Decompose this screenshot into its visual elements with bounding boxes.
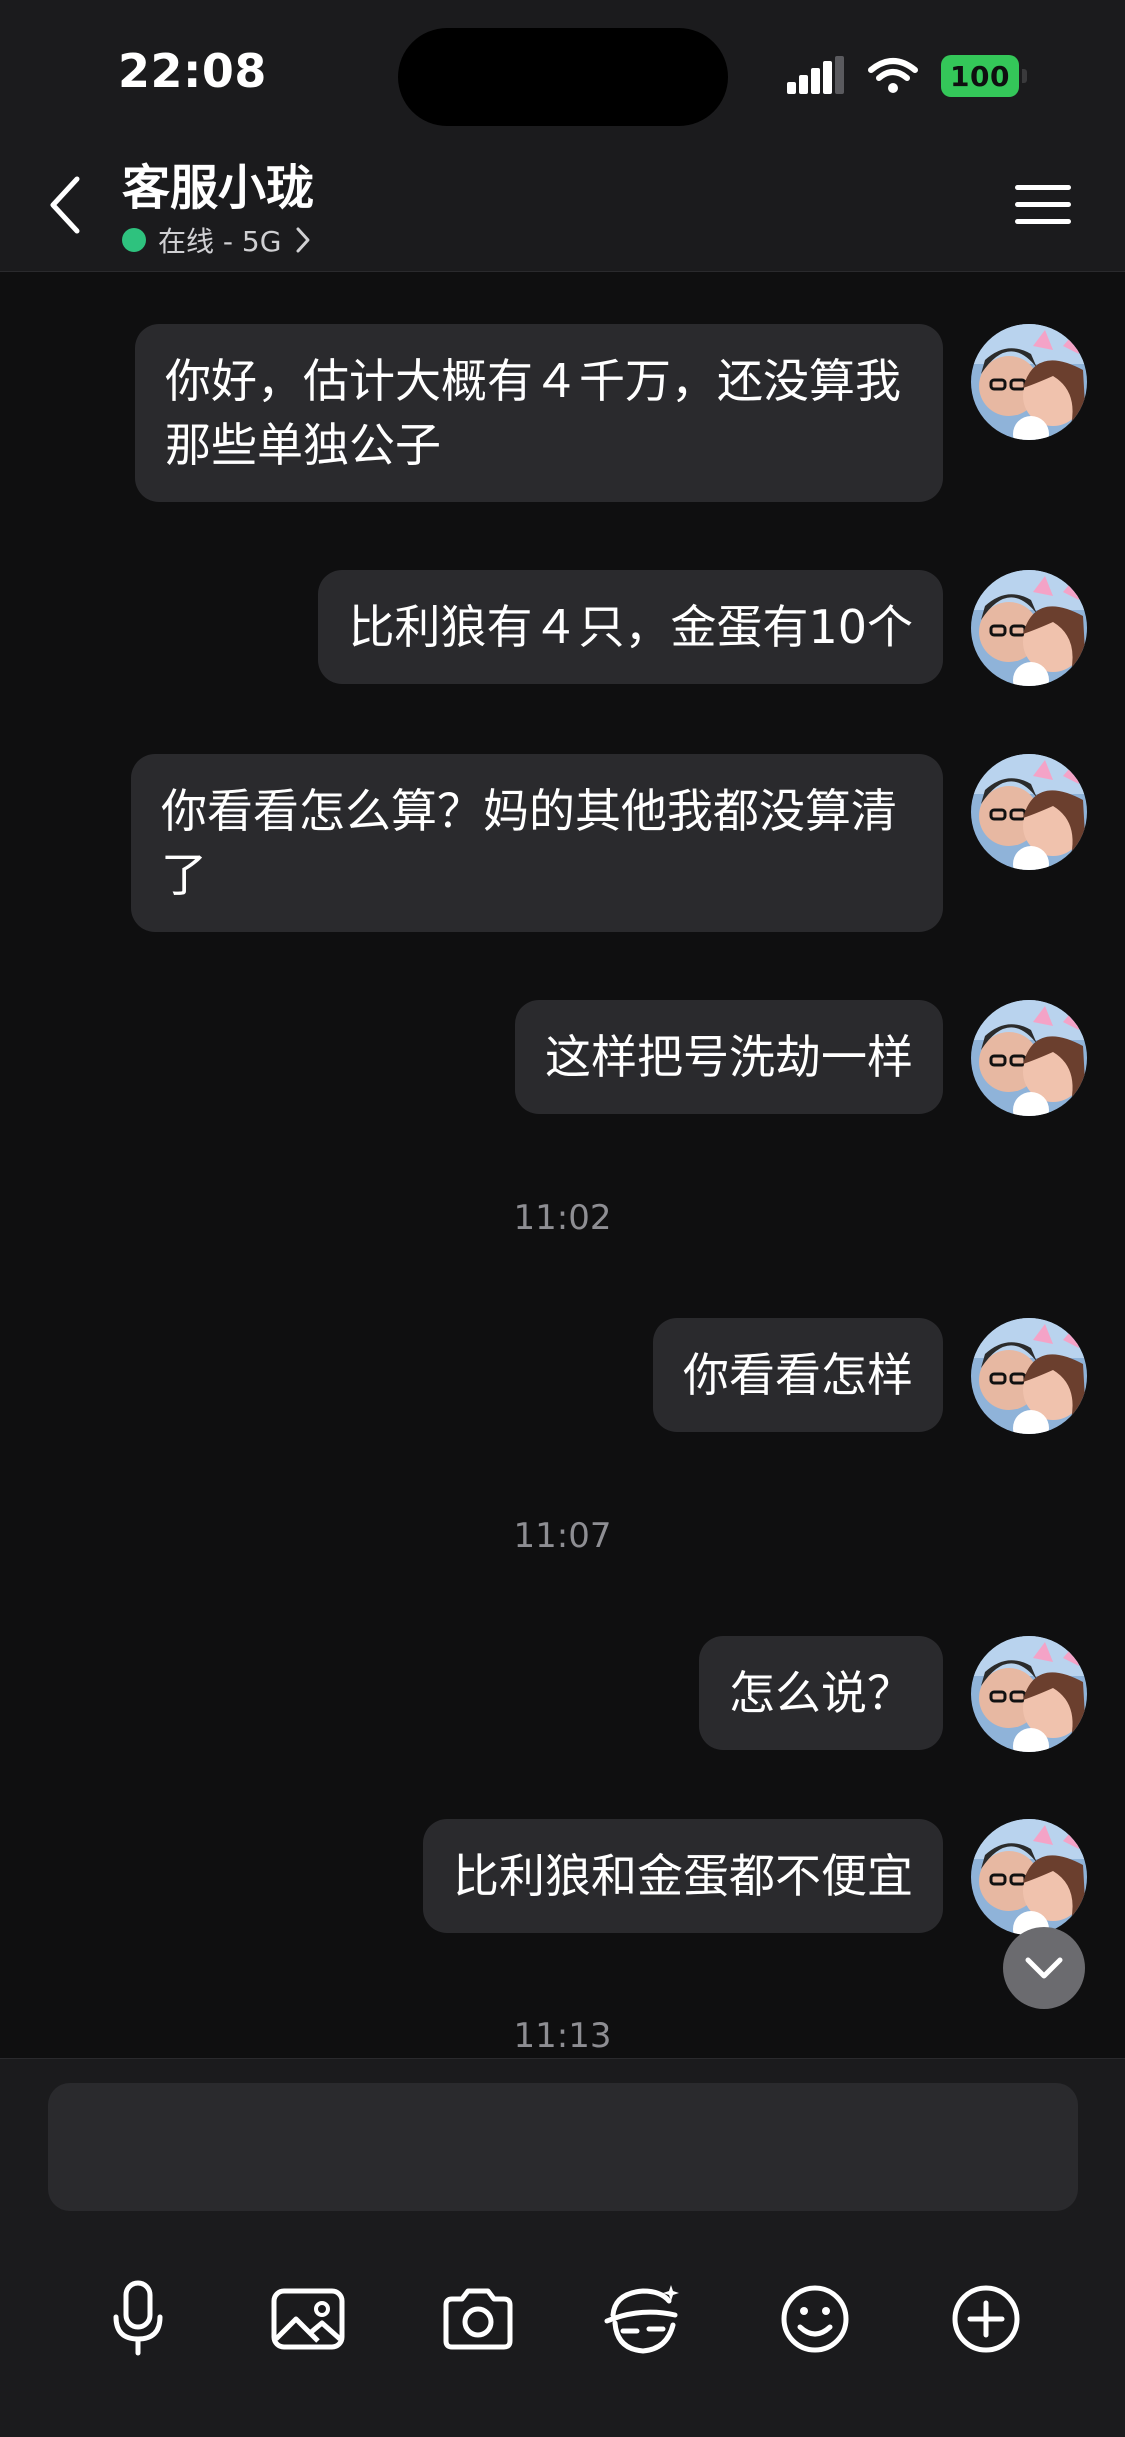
back-button[interactable] xyxy=(30,170,100,240)
message-row: 你好，估计大概有４千万，还没算我那些单独公子 xyxy=(135,324,1087,502)
user-avatar[interactable] xyxy=(971,1819,1087,1935)
status-indicators: 100 xyxy=(787,52,1027,100)
user-avatar[interactable] xyxy=(971,1636,1087,1752)
message-bubble[interactable]: 怎么说？ xyxy=(699,1636,943,1750)
wifi-icon xyxy=(868,58,918,93)
photo-button[interactable] xyxy=(258,2269,358,2369)
user-avatar[interactable] xyxy=(971,1318,1087,1434)
camera-icon xyxy=(443,2288,513,2350)
message-row: 你看看怎样 xyxy=(653,1318,1087,1434)
top-bar: 22:08 100 客服小珑 在线 - 5G xyxy=(0,0,1125,272)
voice-button[interactable] xyxy=(88,2269,188,2369)
message-bubble[interactable]: 比利狼有４只，金蛋有10个 xyxy=(318,570,943,684)
chevron-left-icon xyxy=(50,176,80,234)
microphone-icon xyxy=(113,2280,163,2356)
camera-button[interactable] xyxy=(428,2269,528,2369)
message-text: 比利狼有４只，金蛋有10个 xyxy=(348,600,913,654)
message-bubble[interactable]: 这样把号洗劫一样 xyxy=(515,1000,943,1114)
battery-level: 100 xyxy=(941,55,1019,97)
message-timestamp: 11:13 xyxy=(513,2016,612,2056)
message-input[interactable] xyxy=(48,2083,1078,2211)
emoji-icon xyxy=(781,2285,849,2353)
sticker-button[interactable] xyxy=(593,2269,693,2369)
message-row: 你看看怎么算？妈的其他我都没算清了 xyxy=(131,754,1087,932)
message-text: 你看看怎么算？妈的其他我都没算清了 xyxy=(161,784,897,902)
online-status-dot xyxy=(122,228,146,252)
chat-title: 客服小珑 xyxy=(122,160,315,216)
message-row: 怎么说？ xyxy=(699,1636,1087,1752)
composer-toolbar xyxy=(0,2269,1125,2369)
presence-status[interactable]: 在线 - 5G xyxy=(122,220,314,260)
user-avatar[interactable] xyxy=(971,754,1087,870)
message-bubble[interactable]: 比利狼和金蛋都不便宜 xyxy=(423,1819,943,1933)
message-text: 这样把号洗劫一样 xyxy=(545,1030,913,1084)
cellular-signal-icon xyxy=(787,56,844,94)
message-row: 这样把号洗劫一样 xyxy=(515,1000,1087,1116)
dynamic-island xyxy=(398,28,728,126)
hamburger-menu-icon xyxy=(1015,185,1071,224)
chat-message-list[interactable]: 你好，估计大概有４千万，还没算我那些单独公子 比利狼有４只，金蛋有10个 你看看… xyxy=(0,272,1125,2057)
scroll-to-bottom-button[interactable] xyxy=(1003,1927,1085,2009)
menu-button[interactable] xyxy=(1003,170,1083,240)
sticker-face-icon xyxy=(604,2285,679,2354)
message-row: 比利狼有４只，金蛋有10个 xyxy=(318,570,1087,686)
message-row: 比利狼和金蛋都不便宜 xyxy=(423,1819,1087,1935)
message-text: 比利狼和金蛋都不便宜 xyxy=(453,1849,913,1903)
message-text: 你好，估计大概有４千万，还没算我那些单独公子 xyxy=(165,354,901,472)
user-avatar[interactable] xyxy=(971,324,1087,440)
message-bubble[interactable]: 你好，估计大概有４千万，还没算我那些单独公子 xyxy=(135,324,943,502)
message-timestamp: 11:02 xyxy=(513,1198,612,1238)
composer xyxy=(0,2058,1125,2437)
emoji-button[interactable] xyxy=(765,2269,865,2369)
more-button[interactable] xyxy=(936,2269,1036,2369)
status-time: 22:08 xyxy=(118,44,267,98)
user-avatar[interactable] xyxy=(971,1000,1087,1116)
battery-tip xyxy=(1022,69,1027,83)
chevron-down-icon xyxy=(1025,1957,1063,1979)
chevron-right-icon xyxy=(296,227,310,253)
image-icon xyxy=(271,2288,345,2350)
message-text: 你看看怎样 xyxy=(683,1348,913,1402)
message-text: 怎么说？ xyxy=(729,1666,913,1720)
message-timestamp: 11:07 xyxy=(513,1516,612,1556)
plus-circle-icon xyxy=(952,2285,1020,2353)
chat-header[interactable]: 客服小珑 在线 - 5G xyxy=(122,158,314,260)
message-bubble[interactable]: 你看看怎么算？妈的其他我都没算清了 xyxy=(131,754,943,932)
message-bubble[interactable]: 你看看怎样 xyxy=(653,1318,943,1432)
user-avatar[interactable] xyxy=(971,570,1087,686)
battery-indicator: 100 xyxy=(941,55,1027,97)
presence-text: 在线 - 5G xyxy=(158,225,282,258)
